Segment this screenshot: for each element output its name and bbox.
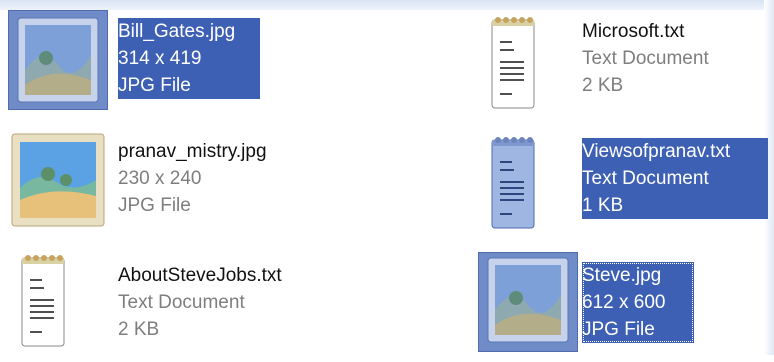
file-item-microsoft[interactable]: Microsoft.txt Text Document 2 KB — [478, 10, 774, 120]
file-item-pranav-mistry[interactable]: pranav_mistry.jpg 230 x 240 JPG File — [8, 130, 378, 240]
file-size: 2 KB — [118, 319, 160, 340]
file-name: pranav_mistry.jpg — [118, 141, 267, 162]
file-item-viewsofpranav[interactable]: Viewsofpranav.txt Text Document 1 KB — [478, 130, 774, 240]
text-document-icon — [8, 252, 108, 352]
file-name: Microsoft.txt — [582, 21, 685, 42]
jpg-image-icon — [478, 252, 578, 352]
file-name: Viewsofpranav.txt — [582, 141, 731, 162]
file-item-aboutstevejobs[interactable]: AboutSteveJobs.txt Text Document 2 KB — [8, 252, 378, 362]
file-item-steve[interactable]: Steve.jpg 612 x 600 JPG File — [478, 252, 774, 362]
file-name: AboutSteveJobs.txt — [118, 265, 282, 286]
jpg-image-icon — [8, 10, 108, 110]
text-document-icon — [478, 130, 578, 230]
file-detail: Text Document — [118, 292, 245, 313]
file-detail: Text Document — [582, 168, 709, 189]
file-label: Microsoft.txt Text Document 2 KB — [582, 18, 774, 99]
file-label: Viewsofpranav.txt Text Document 1 KB — [582, 138, 768, 219]
file-detail: 612 x 600 — [582, 292, 666, 313]
file-size: 1 KB — [582, 195, 624, 216]
file-type: JPG File — [118, 75, 191, 96]
jpg-image-icon — [8, 130, 108, 230]
file-label: Steve.jpg 612 x 600 JPG File — [582, 262, 694, 343]
file-label: AboutSteveJobs.txt Text Document 2 KB — [118, 262, 358, 343]
file-type: JPG File — [582, 319, 655, 340]
text-document-icon — [478, 10, 578, 110]
file-label: pranav_mistry.jpg 230 x 240 JPG File — [118, 138, 358, 219]
file-detail: 314 x 419 — [118, 48, 202, 69]
file-detail: 230 x 240 — [118, 168, 202, 189]
file-type: JPG File — [118, 195, 191, 216]
file-item-bill-gates[interactable]: Bill_Gates.jpg 314 x 419 JPG File — [8, 10, 378, 120]
file-name: Steve.jpg — [582, 265, 662, 286]
file-label: Bill_Gates.jpg 314 x 419 JPG File — [118, 18, 260, 99]
file-detail: Text Document — [582, 48, 709, 69]
file-size: 2 KB — [582, 75, 624, 96]
window-top-edge — [0, 0, 774, 10]
file-name: Bill_Gates.jpg — [118, 21, 236, 42]
